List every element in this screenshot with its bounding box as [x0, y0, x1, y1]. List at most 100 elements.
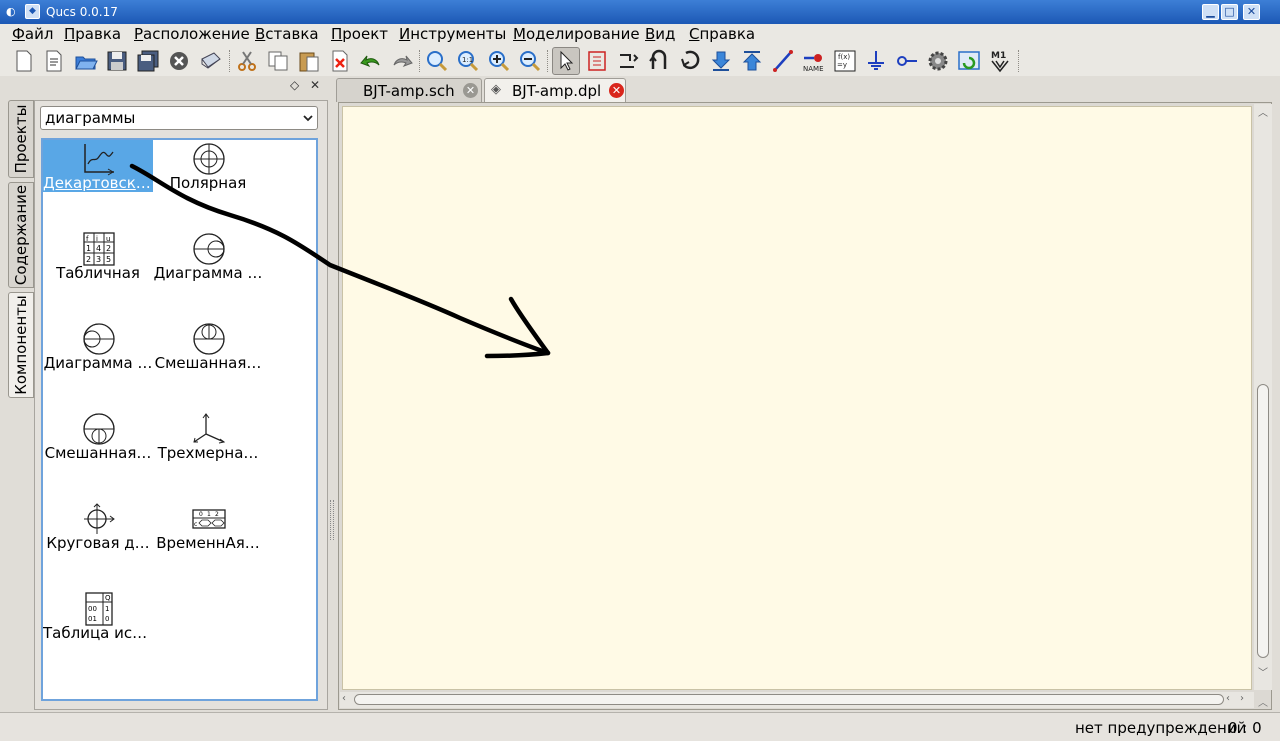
- edit-properties-icon[interactable]: [583, 47, 611, 75]
- list-item-polar-smith[interactable]: Смешанная…: [153, 320, 263, 410]
- paste-icon[interactable]: [295, 47, 323, 75]
- list-item-tabular[interactable]: fiu142235 Табличная: [43, 230, 153, 320]
- scroll-right-icon[interactable]: ›: [1240, 693, 1244, 704]
- zoom-in-icon[interactable]: [485, 47, 513, 75]
- polar-diagram-icon: [193, 143, 225, 175]
- svg-text:NAME: NAME: [803, 65, 824, 73]
- tab-components[interactable]: Компоненты: [8, 292, 34, 398]
- list-item-cartesian[interactable]: Декартовская: [43, 140, 153, 230]
- close-icon[interactable]: [165, 47, 193, 75]
- toolbar: 1:1 NAME f(x) =y M1: [0, 46, 1280, 76]
- equation-icon[interactable]: f(x) =y: [831, 47, 859, 75]
- list-item-timing[interactable]: 012c ВременнАя…: [153, 500, 263, 590]
- close-tab-icon[interactable]: ✕: [609, 83, 624, 98]
- view-all-icon[interactable]: [423, 47, 451, 75]
- wire-icon[interactable]: [769, 47, 797, 75]
- scroll-left-icon[interactable]: ‹: [342, 693, 346, 704]
- tab-projects[interactable]: Проекты: [8, 100, 34, 178]
- list-item-polar[interactable]: Полярная: [153, 140, 263, 230]
- svg-text:Q: Q: [105, 594, 111, 602]
- list-item-locus[interactable]: Круговая д…: [43, 500, 153, 590]
- menu-tools[interactable]: Инструменты: [399, 25, 506, 43]
- menu-positioning[interactable]: Расположение: [134, 25, 250, 43]
- select-icon[interactable]: [552, 47, 580, 75]
- zoom-out-icon[interactable]: [516, 47, 544, 75]
- menu-simulation[interactable]: Моделирование: [513, 25, 640, 43]
- open-icon[interactable]: [72, 47, 100, 75]
- menu-project[interactable]: Проект: [331, 25, 388, 43]
- display-file-icon: ◈: [491, 82, 501, 97]
- list-item-smith-polar[interactable]: Смешанная…: [43, 410, 153, 500]
- warnings-status: нет предупреждений: [1075, 719, 1247, 737]
- svg-text:1:1: 1:1: [462, 56, 473, 64]
- menu-edit[interactable]: Правка: [64, 25, 121, 43]
- dock-splitter[interactable]: [330, 500, 334, 540]
- pin-icon[interactable]: ◆: [25, 4, 40, 19]
- wire-label-icon[interactable]: NAME: [800, 47, 828, 75]
- app-menu-icon[interactable]: ◐: [6, 5, 20, 19]
- scroll-down-icon[interactable]: ﹀: [1258, 664, 1268, 679]
- chevron-down-icon: [303, 115, 313, 122]
- list-item-smith[interactable]: Диаграмма …: [153, 230, 263, 320]
- svg-text:=y: =y: [837, 61, 847, 69]
- ground-icon[interactable]: [862, 47, 890, 75]
- cut-icon[interactable]: [233, 47, 261, 75]
- pop-out-icon[interactable]: [707, 47, 735, 75]
- tab-content[interactable]: Содержание: [8, 182, 34, 288]
- svg-text:5: 5: [106, 255, 111, 264]
- svg-text:1: 1: [207, 511, 211, 518]
- menu-view[interactable]: Вид: [645, 25, 675, 43]
- go-into-subcircuit-icon[interactable]: [676, 47, 704, 75]
- tab-bjt-amp-sch[interactable]: BJT-amp.sch ✕: [336, 78, 482, 102]
- tab-bjt-amp-dpl[interactable]: ◈ BJT-amp.dpl ✕: [484, 78, 626, 102]
- view-data-display-icon[interactable]: [955, 47, 983, 75]
- dock-float-icon[interactable]: ◇: [290, 78, 299, 92]
- port-icon[interactable]: [893, 47, 921, 75]
- vertical-scroll-thumb[interactable]: [1257, 384, 1269, 658]
- undo-icon[interactable]: [357, 47, 385, 75]
- horizontal-scroll-thumb[interactable]: [354, 694, 1224, 705]
- close-window-button[interactable]: ✕: [1243, 4, 1260, 20]
- maximize-button[interactable]: □: [1221, 4, 1238, 20]
- new-text-icon[interactable]: [40, 47, 68, 75]
- category-select[interactable]: диаграммы: [40, 106, 318, 130]
- svg-text:2: 2: [86, 255, 91, 264]
- dock-close-icon[interactable]: ✕: [310, 78, 320, 92]
- delete-icon[interactable]: [326, 47, 354, 75]
- list-item-truth-table[interactable]: Q 00 1 01 0 Таблица ист…: [43, 590, 153, 680]
- scroll-up-icon[interactable]: ︿: [1258, 104, 1268, 119]
- new-file-icon[interactable]: [10, 47, 38, 75]
- mirror-icon[interactable]: [645, 47, 673, 75]
- redo-icon[interactable]: [388, 47, 416, 75]
- marker-icon[interactable]: M1: [986, 47, 1014, 75]
- svg-text:u: u: [106, 235, 110, 243]
- menu-help[interactable]: Справка: [689, 25, 755, 43]
- menu-insert[interactable]: Вставка: [255, 25, 319, 43]
- copy-icon[interactable]: [264, 47, 292, 75]
- list-item-admittance-smith[interactable]: Диаграмма …: [43, 320, 153, 410]
- svg-text:2: 2: [106, 244, 111, 253]
- minimize-button[interactable]: ▁: [1202, 4, 1219, 20]
- simulate-icon[interactable]: [924, 47, 952, 75]
- list-item-3d-cartesian[interactable]: Трехмерна…: [153, 410, 263, 500]
- admittance-smith-icon: [83, 323, 115, 355]
- view-1-1-icon[interactable]: 1:1: [454, 47, 482, 75]
- menu-file[interactable]: Файл: [12, 25, 53, 43]
- svg-text:2: 2: [215, 511, 219, 518]
- scroll-left-icon[interactable]: ‹: [1226, 693, 1230, 704]
- close-tab-icon[interactable]: ✕: [463, 83, 478, 98]
- save-icon[interactable]: [103, 47, 131, 75]
- scroll-up-small-icon[interactable]: ︿: [1258, 694, 1268, 709]
- component-list: Декартовская Полярная fiu142235 Таблична…: [41, 138, 318, 701]
- schematic-canvas[interactable]: [342, 106, 1252, 690]
- save-all-icon[interactable]: [134, 47, 162, 75]
- horizontal-scrollbar[interactable]: ‹ ‹ ›: [340, 692, 1254, 708]
- move-down-icon[interactable]: [738, 47, 766, 75]
- smith-polar-icon: [83, 413, 115, 445]
- svg-text:00: 00: [88, 605, 97, 613]
- print-icon[interactable]: [196, 47, 224, 75]
- polar-smith-icon: [193, 323, 225, 355]
- vertical-scrollbar[interactable]: ︿ ﹀: [1254, 104, 1272, 690]
- rotate-icon[interactable]: [614, 47, 642, 75]
- cartesian-diagram-icon: [84, 144, 114, 176]
